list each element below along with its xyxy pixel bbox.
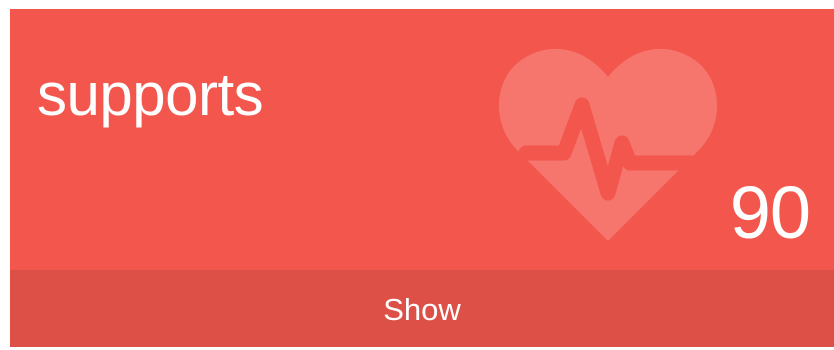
heartbeat-icon — [498, 45, 718, 241]
supports-card: supports 90 Show — [10, 9, 834, 347]
show-button[interactable]: Show — [10, 270, 834, 347]
show-button-label: Show — [383, 292, 461, 327]
card-body: supports 90 — [10, 9, 834, 270]
card-title: supports — [37, 61, 264, 128]
card-count: 90 — [729, 171, 811, 254]
